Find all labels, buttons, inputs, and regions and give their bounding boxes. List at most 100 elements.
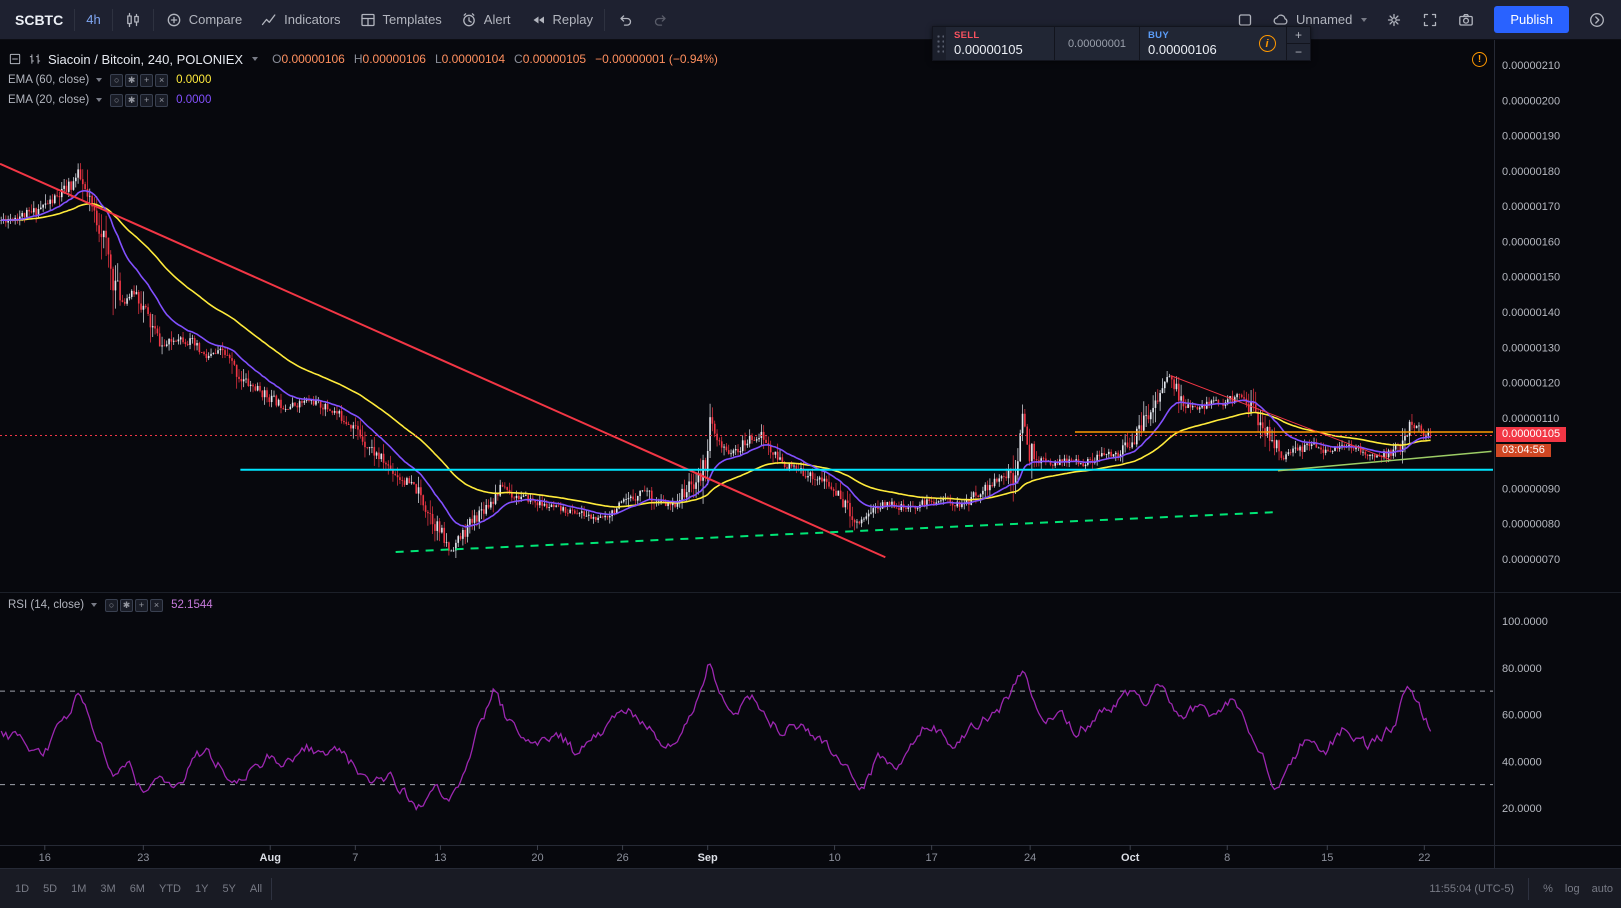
chart-properties-button[interactable] xyxy=(1376,6,1412,34)
replay-label: Replay xyxy=(552,12,593,27)
candles-icon xyxy=(126,12,139,27)
snapshot-button[interactable] xyxy=(1448,6,1484,34)
rsi-line xyxy=(0,663,1432,811)
price-axis-label: 0.00000140 xyxy=(1502,307,1560,319)
clock-label[interactable]: 11:55:04 (UTC-5) xyxy=(1429,883,1514,895)
alert-clock-icon xyxy=(462,12,475,26)
hide-indicator-icon[interactable]: ○ xyxy=(105,598,119,612)
replay-button[interactable]: Replay xyxy=(520,6,602,34)
time-axis-label: 16 xyxy=(39,852,51,864)
drag-handle[interactable] xyxy=(933,27,946,60)
indicator-settings-icon[interactable]: ✱ xyxy=(125,93,139,107)
order-panel: SELL 0.00000105 0.00000001 BUY 0.0000010… xyxy=(932,26,1311,61)
add-indicator-icon[interactable]: + xyxy=(140,93,154,107)
bottom-toolbar: 1D 5D 1M 3M 6M YTD 1Y 5Y All 11:55:04 (UTC-5) % … xyxy=(0,868,1621,908)
tradingview-app: SCBTC 4h Compare Indicators Templates Al… xyxy=(0,0,1621,908)
range-button-1m[interactable]: 1M xyxy=(64,879,93,899)
chevron-down-icon xyxy=(91,603,98,607)
alert-button[interactable]: Alert xyxy=(451,6,520,34)
remove-indicator-icon[interactable]: × xyxy=(155,73,169,87)
quick-menu-button[interactable] xyxy=(1579,6,1615,34)
indicator-settings-icon[interactable]: ✱ xyxy=(125,73,139,87)
hide-indicator-icon[interactable]: ○ xyxy=(110,93,124,107)
price-axis-label: 0.00000070 xyxy=(1502,554,1560,566)
chevron-down-icon xyxy=(1361,17,1368,22)
ema20-line[interactable] xyxy=(1,189,1431,528)
fullscreen-button[interactable] xyxy=(1412,6,1448,34)
indicators-button[interactable]: Indicators xyxy=(251,6,349,34)
increase-button[interactable]: + xyxy=(1287,27,1310,43)
interval-button[interactable]: 4h xyxy=(77,6,109,34)
range-button-1y[interactable]: 1Y xyxy=(188,879,215,899)
range-button-5d[interactable]: 5D xyxy=(36,879,64,899)
alert-label: Alert xyxy=(483,12,511,27)
log-scale-button[interactable]: log xyxy=(1565,883,1580,895)
ema20-value: 0.0000 xyxy=(176,94,212,106)
add-indicator-icon[interactable]: + xyxy=(135,598,149,612)
layout-name-label: Unnamed xyxy=(1295,12,1353,27)
last-price-badge: 0.00000105 xyxy=(1496,427,1567,442)
chevron-down-icon xyxy=(96,98,103,102)
undo-icon xyxy=(620,14,632,26)
symbol-legend-row: Siacoin / Bitcoin, 240, POLONIEX O0.0000… xyxy=(8,48,718,70)
ema20-label: EMA (20, close) xyxy=(8,94,90,106)
buy-button[interactable]: BUY 0.00000106 xyxy=(1140,27,1248,60)
redo-button[interactable] xyxy=(643,6,679,34)
indicator-settings-icon[interactable]: ✱ xyxy=(120,598,134,612)
range-button-ytd[interactable]: YTD xyxy=(152,879,188,899)
data-warning-icon[interactable]: ! xyxy=(1472,52,1487,67)
downtrend-line-oct[interactable] xyxy=(1170,375,1392,461)
remove-indicator-icon[interactable]: × xyxy=(155,93,169,107)
rsi-axis-label: 60.0000 xyxy=(1502,710,1542,722)
chart-canvas[interactable]: 0.00000210 0.00000200 0.00000190 0.00000180… xyxy=(0,40,1621,868)
rsi-axis-label: 80.0000 xyxy=(1502,663,1542,675)
candles-layer xyxy=(0,163,1432,558)
chevron-down-icon xyxy=(96,78,103,82)
indicators-label: Indicators xyxy=(284,12,341,27)
range-button-6m[interactable]: 6M xyxy=(123,879,152,899)
main-legend: Siacoin / Bitcoin, 240, POLONIEX O0.0000… xyxy=(8,48,718,110)
downtrend-line-main[interactable] xyxy=(0,162,886,559)
symbol-button[interactable]: SCBTC xyxy=(6,6,72,34)
rsi-legend: RSI (14, close) ○ ✱ + × 52.1544 xyxy=(8,595,213,615)
chevron-down-icon[interactable] xyxy=(252,57,259,61)
range-button-5y[interactable]: 5Y xyxy=(215,879,242,899)
range-button-3m[interactable]: 3M xyxy=(93,879,122,899)
time-axis-label: Oct xyxy=(1121,852,1140,864)
ohlc-high: H0.00000106 xyxy=(353,52,426,66)
symbol-title[interactable]: Siacoin / Bitcoin, 240, POLONIEX xyxy=(48,52,243,67)
indicator-controls: ○ ✱ + × xyxy=(110,73,169,87)
range-button-1d[interactable]: 1D xyxy=(8,879,36,899)
remove-indicator-icon[interactable]: × xyxy=(150,598,164,612)
collapse-legend-icon[interactable] xyxy=(8,52,22,66)
percent-scale-button[interactable]: % xyxy=(1543,883,1553,895)
price-axis-label: 0.00000200 xyxy=(1502,95,1560,107)
price-axis-label: 0.00000190 xyxy=(1502,131,1560,143)
sell-button[interactable]: SELL 0.00000105 xyxy=(946,27,1054,60)
top-toolbar: SCBTC 4h Compare Indicators Templates Al… xyxy=(0,0,1621,40)
compare-button[interactable]: Compare xyxy=(156,6,251,34)
ema20-row[interactable]: EMA (20, close) ○ ✱ + × 0.0000 xyxy=(8,90,718,110)
spread-value: 0.00000001 xyxy=(1054,27,1140,60)
auto-scale-button[interactable]: auto xyxy=(1592,883,1613,895)
ema60-line[interactable] xyxy=(1,202,1431,508)
price-axis-label: 0.00000150 xyxy=(1502,272,1560,284)
chart-style-button[interactable] xyxy=(115,6,151,34)
publish-button[interactable]: Publish xyxy=(1494,6,1569,33)
ohlc-open: O0.00000106 xyxy=(272,52,345,66)
rsi-row[interactable]: RSI (14, close) ○ ✱ + × 52.1544 xyxy=(8,595,213,615)
ema60-row[interactable]: EMA (60, close) ○ ✱ + × 0.0000 xyxy=(8,70,718,90)
ohlc-values: O0.00000106 H0.00000106 L0.00000104 C0.0… xyxy=(272,52,718,66)
decrease-button[interactable]: − xyxy=(1287,43,1310,60)
templates-label: Templates xyxy=(382,12,442,27)
add-indicator-icon[interactable]: + xyxy=(140,73,154,87)
toolbar-separator xyxy=(111,8,113,31)
undo-button[interactable] xyxy=(607,6,643,34)
uptrend-line-dashed[interactable] xyxy=(395,511,1277,553)
order-info-button[interactable]: i xyxy=(1248,27,1286,60)
time-axis-label: 13 xyxy=(434,852,446,864)
templates-button[interactable]: Templates xyxy=(350,6,451,34)
range-button-all[interactable]: All xyxy=(243,879,269,899)
ema60-label: EMA (60, close) xyxy=(8,74,90,86)
hide-indicator-icon[interactable]: ○ xyxy=(110,73,124,87)
